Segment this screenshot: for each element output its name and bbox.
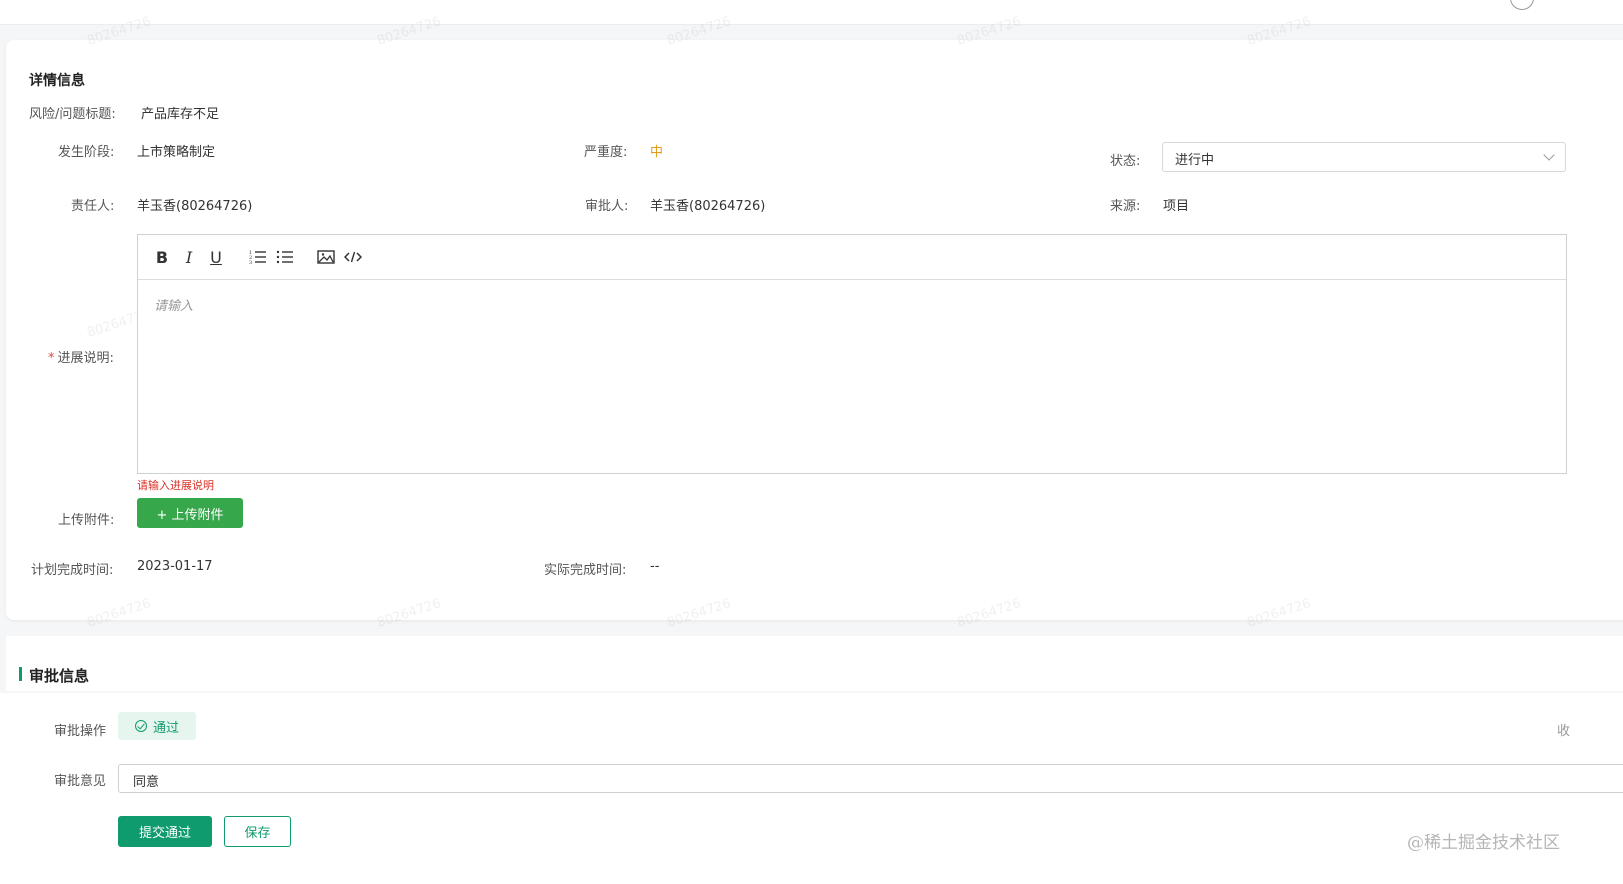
approval-opinion-label: 审批意见 [54,774,107,789]
source-value: 项目 [1163,199,1190,214]
bold-button[interactable]: B [152,246,172,268]
top-bar [0,0,1623,25]
source-label: 来源: [1110,199,1141,214]
code-icon[interactable] [343,246,363,268]
approval-pass-tag[interactable]: 通过 [118,712,196,740]
actual-completion-value: -- [650,559,660,574]
editor-placeholder: 请输入 [154,299,194,314]
save-button[interactable]: 保存 [224,816,291,847]
status-select-value: 进行中 [1175,153,1215,168]
required-mark: * [48,351,55,366]
risk-title-value: 产品库存不足 [141,107,220,122]
editor-toolbar: B I U 123 [138,235,1566,280]
progress-error-message: 请输入进展说明 [137,479,214,492]
approval-header [6,636,1623,691]
approval-opinion-input[interactable]: 同意 [118,764,1623,793]
bullet-list-icon[interactable] [275,246,295,268]
owner-label: 责任人: [71,199,115,214]
severity-value: 中 [650,145,664,160]
approval-title-accent-bar [19,667,22,681]
upload-label: 上传附件: [58,513,115,528]
image-icon[interactable] [316,246,336,268]
phase-value: 上市策略制定 [137,145,216,160]
top-circle-icon[interactable] [1510,0,1534,10]
severity-label: 严重度: [584,145,628,160]
collapse-link[interactable]: 收 [1557,720,1570,739]
svg-text:3: 3 [249,260,252,265]
details-section-title: 详情信息 [29,73,85,89]
underline-button[interactable]: U [206,246,226,268]
planned-completion-label: 计划完成时间: [31,563,114,578]
owner-value: 羊玉香(80264726) [137,199,253,214]
ordered-list-icon[interactable]: 123 [248,246,268,268]
upload-attachment-button[interactable]: + 上传附件 [137,498,243,528]
status-select[interactable]: 进行中 [1162,142,1566,172]
status-label: 状态: [1110,154,1141,169]
progress-label-text: 进展说明: [57,351,114,366]
planned-completion-value: 2023-01-17 [137,559,213,574]
approval-pass-text: 通过 [152,720,179,736]
approver-label: 审批人: [585,199,629,214]
approver-value: 羊玉香(80264726) [650,199,766,214]
progress-label: * 进展说明: [48,347,114,366]
risk-title-label: 风险/问题标题: [29,107,116,122]
approval-opinion-value: 同意 [133,775,160,790]
italic-button[interactable]: I [179,246,199,268]
phase-label: 发生阶段: [58,145,115,160]
approval-action-label: 审批操作 [54,724,107,739]
check-circle-icon [134,720,147,732]
approval-section-title: 审批信息 [29,667,90,685]
corner-watermark: @稀土掘金技术社区 [1407,833,1560,853]
chevron-down-icon [1543,149,1555,161]
submit-approve-button[interactable]: 提交通过 [118,816,212,847]
actual-completion-label: 实际完成时间: [544,563,627,578]
progress-rich-editor[interactable]: B I U 123 请输入 [137,234,1567,474]
